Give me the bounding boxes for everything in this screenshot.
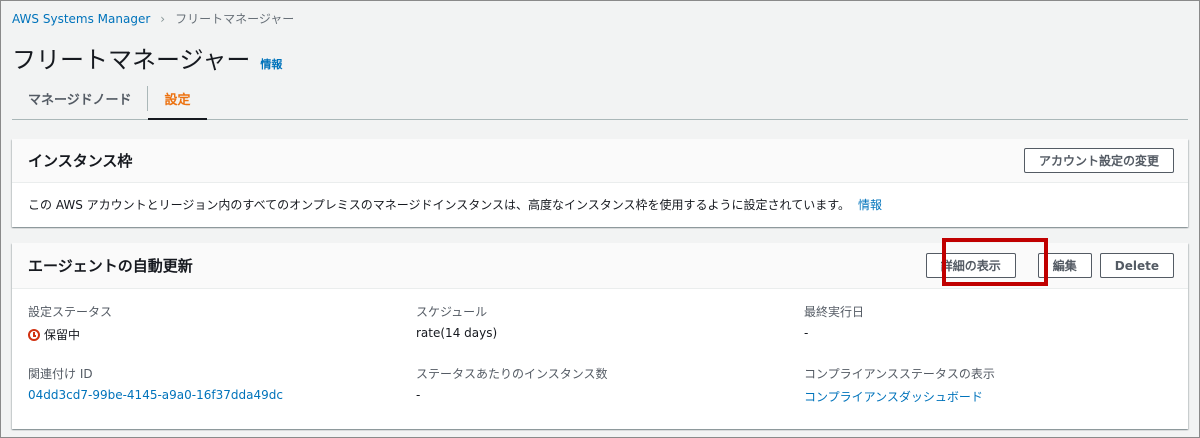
agent-auto-update-actions: 詳細の表示 編集 Delete [925, 253, 1174, 278]
setting-status-field: 設定ステータス 保留中 [28, 303, 416, 343]
delete-button[interactable]: Delete [1099, 253, 1174, 278]
view-details-button[interactable]: 詳細の表示 [925, 253, 1016, 278]
pending-clock-icon [28, 328, 40, 341]
tab-managed-nodes[interactable]: マネージドノード [12, 78, 147, 119]
page-title: フリートマネージャー [12, 46, 251, 74]
instances-per-status-field: ステータスあたりのインスタンス数 - [416, 365, 804, 405]
instance-tier-info-link[interactable]: 情報 [858, 196, 882, 213]
breadcrumb: AWS Systems Manager › フリートマネージャー [12, 10, 294, 27]
schedule-value: rate(14 days) [416, 326, 498, 340]
breadcrumb-systems-manager[interactable]: AWS Systems Manager [12, 12, 150, 26]
page-title-row: フリートマネージャー 情報 [12, 40, 282, 75]
setting-status-label: 設定ステータス [28, 305, 113, 319]
instance-tier-description: この AWS アカウントとリージョン内のすべてのオンプレミスのマネージドインスタ… [28, 198, 850, 212]
setting-status-text: 保留中 [44, 328, 81, 342]
page-info-link[interactable]: 情報 [260, 56, 282, 72]
association-id-field: 関連付け ID 04dd3cd7-99be-4145-a9a0-16f37dda… [28, 365, 416, 405]
last-run-value: - [804, 326, 809, 340]
chevron-right-icon: › [160, 11, 166, 26]
compliance-status-label: コンプライアンスステータスの表示 [804, 367, 995, 381]
agent-auto-update-details: 設定ステータス 保留中 スケジュール rate(14 days) 最終実行日 -… [28, 303, 1172, 405]
breadcrumb-current: フリートマネージャー [175, 12, 295, 26]
instance-tier-body: この AWS アカウントとリージョン内のすべてのオンプレミスのマネージドインスタ… [12, 183, 1188, 226]
last-run-label: 最終実行日 [804, 305, 865, 319]
tab-settings[interactable]: 設定 [148, 78, 207, 120]
last-run-field: 最終実行日 - [804, 303, 1172, 343]
agent-auto-update-title: エージェントの自動更新 [28, 257, 193, 275]
setting-status-value: 保留中 [28, 326, 416, 343]
compliance-dashboard-link[interactable]: コンプライアンスダッシュボード [804, 388, 1172, 405]
instance-tier-header: インスタンス枠 アカウント設定の変更 [12, 139, 1188, 183]
instances-per-status-label: ステータスあたりのインスタンス数 [416, 367, 608, 381]
compliance-status-field: コンプライアンスステータスの表示 コンプライアンスダッシュボード [804, 365, 1172, 405]
change-account-settings-button[interactable]: アカウント設定の変更 [1023, 148, 1174, 173]
schedule-field: スケジュール rate(14 days) [416, 303, 804, 343]
schedule-label: スケジュール [416, 305, 488, 319]
agent-auto-update-panel: エージェントの自動更新 詳細の表示 編集 Delete 設定ステータス 保留中 … [12, 243, 1188, 429]
instance-tier-title: インスタンス枠 [28, 152, 133, 170]
instances-per-status-value: - [416, 388, 421, 402]
association-id-label: 関連付け ID [28, 367, 93, 381]
tab-bar: マネージドノード 設定 [12, 78, 1188, 120]
instance-tier-panel: インスタンス枠 アカウント設定の変更 この AWS アカウントとリージョン内のす… [12, 139, 1188, 227]
edit-button[interactable]: 編集 [1037, 253, 1092, 278]
agent-auto-update-header: エージェントの自動更新 詳細の表示 編集 Delete [12, 243, 1188, 289]
association-id-link[interactable]: 04dd3cd7-99be-4145-a9a0-16f37dda49dc [28, 388, 416, 402]
